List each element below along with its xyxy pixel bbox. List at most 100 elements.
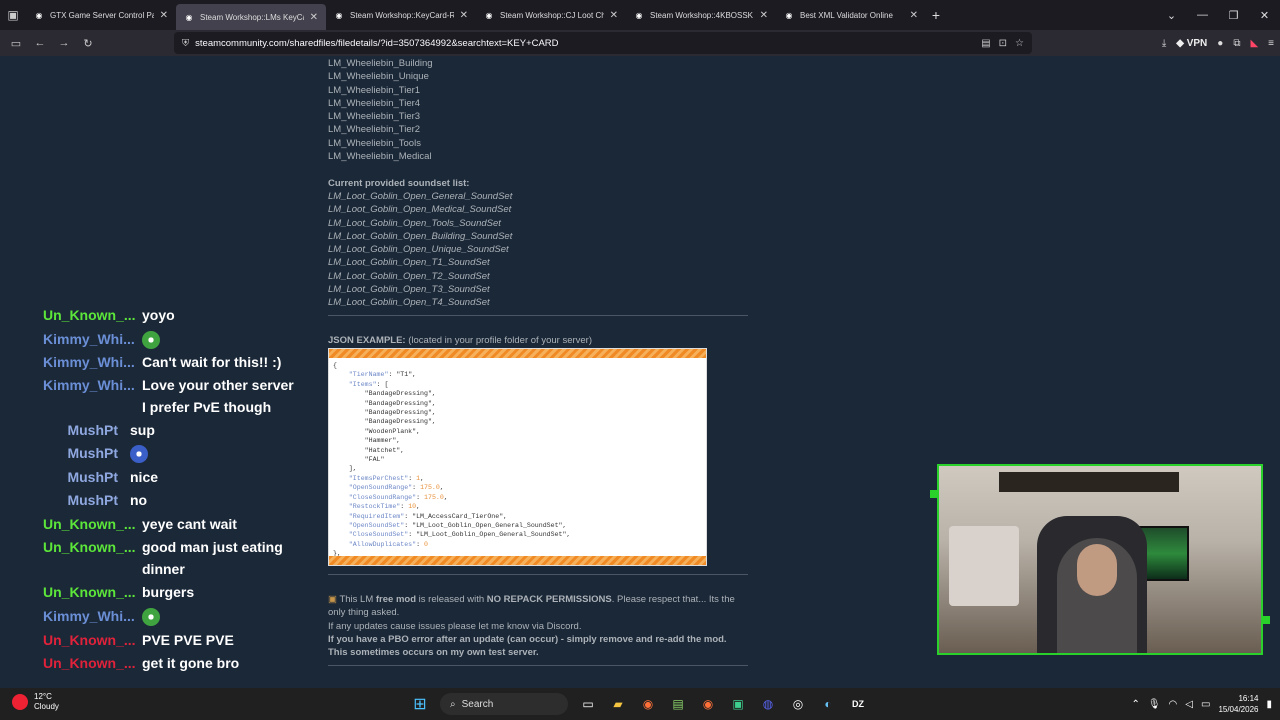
chat-message: Kimmy_Whi... Can't wait for this!! :) <box>0 354 320 370</box>
browser-tab[interactable]: ◉ GTX Game Server Control Panel ✕ <box>26 0 176 30</box>
warning-stripe-top <box>329 349 706 358</box>
menu-icon[interactable]: ≡ <box>1268 38 1274 49</box>
soundset-item: LM_Loot_Goblin_Open_T2_SoundSet <box>328 270 490 282</box>
notice-free-mod: free mod <box>375 594 417 605</box>
clock[interactable]: 16:14 15/04/2026 <box>1218 693 1258 715</box>
steam-favicon-icon: ◉ <box>485 10 493 20</box>
tray-overflow-icon[interactable]: ⌃ <box>1131 699 1139 710</box>
file-explorer-icon[interactable]: ▰ <box>608 694 628 714</box>
addon-icon[interactable]: ◣ <box>1250 38 1258 49</box>
list-item: LM_Wheeliebin_Unique <box>328 71 429 83</box>
tab-overflow-icon[interactable]: ⌄ <box>1156 9 1187 22</box>
new-tab-button[interactable]: + <box>926 7 946 23</box>
chat-username: Un_Known_... <box>43 584 136 600</box>
browser-tab[interactable]: ◉ Steam Workshop::4KBOSSK Veh ✕ <box>626 0 776 30</box>
tab-list-icon[interactable]: ▣ <box>0 0 26 30</box>
sidebar-icon[interactable]: ▭ <box>4 37 28 50</box>
chat-message: Kimmy_Whi... <box>0 608 320 627</box>
browser-tab[interactable]: ◉ Steam Workshop::KeyCard-Roo ✕ <box>326 0 476 30</box>
steam-favicon-icon: ◉ <box>785 10 793 20</box>
json-code-line: "BandageDressing", <box>333 418 436 426</box>
chat-message: Un_Known_... get it gone bro <box>0 655 320 671</box>
firefox-icon[interactable]: ◉ <box>698 694 718 714</box>
dayz-icon[interactable]: DZ <box>848 694 868 714</box>
bookmark-star-icon[interactable]: ☆ <box>1015 38 1024 49</box>
site-info-icon[interactable]: ⛨ <box>182 38 189 49</box>
divider <box>328 665 748 666</box>
close-tab-icon[interactable]: ✕ <box>460 10 468 21</box>
discord-icon[interactable]: ◍ <box>758 694 778 714</box>
download-icon[interactable]: ⤓ <box>1162 38 1166 49</box>
task-view-icon[interactable]: ▭ <box>578 694 598 714</box>
chat-username: MushPt <box>67 445 118 461</box>
chat-text: burgers <box>142 584 195 600</box>
weather-widget[interactable]: 12°C Cloudy <box>12 692 59 712</box>
chat-username: Un_Known_... <box>43 632 136 648</box>
notification-icon[interactable]: ▮ <box>1266 699 1272 710</box>
box-icon: ▣ <box>328 594 337 605</box>
json-code-line: "Items": [ <box>348 380 389 388</box>
chat-username <box>0 399 142 415</box>
minimize-button[interactable]: — <box>1187 9 1218 21</box>
forward-button[interactable]: → <box>52 37 76 49</box>
steam-favicon-icon: ◉ <box>335 10 343 20</box>
close-tab-icon[interactable]: ✕ <box>610 10 618 21</box>
json-code-line: "FAL" <box>333 456 385 464</box>
json-code-line: "Hammer", <box>333 437 401 445</box>
tab-title: Steam Workshop::KeyCard-Roo <box>350 10 454 20</box>
reload-button[interactable]: ↻ <box>76 37 100 50</box>
notice-mid: is released with <box>418 594 485 605</box>
steam-favicon-icon: ◉ <box>35 10 43 20</box>
notepad-icon[interactable]: ▤ <box>668 694 688 714</box>
address-bar[interactable]: ⛨ steamcommunity.com/sharedfiles/filedet… <box>174 32 1032 54</box>
vpn-button[interactable]: ◆ VPN <box>1176 38 1207 49</box>
json-code-line: "OpenSoundRange": 175.0, <box>348 484 444 492</box>
chat-message: Kimmy_Whi... <box>0 331 320 350</box>
close-tab-icon[interactable]: ✕ <box>760 10 768 21</box>
notice-pre: This LM <box>339 594 374 605</box>
chat-message: MushPt no <box>0 492 320 508</box>
steam-icon[interactable]: ◐ <box>818 694 838 714</box>
browser-tab-bar: ▣ ◉ GTX Game Server Control Panel ✕ ◉ Steam … <box>0 0 1280 30</box>
soundset-item: LM_Loot_Goblin_Open_T3_SoundSet <box>328 284 490 296</box>
url-text: steamcommunity.com/sharedfiles/filedetai… <box>195 37 559 49</box>
reader-mode-icon[interactable]: ▤ <box>981 38 990 49</box>
browser-icon[interactable]: ◉ <box>638 694 658 714</box>
update-notice: If any updates cause issues please let m… <box>328 620 582 632</box>
extension-icon[interactable]: ● <box>1217 38 1223 49</box>
restore-button[interactable]: ❐ <box>1218 9 1249 22</box>
browser-tab[interactable]: ◉ Steam Workshop::CJ Loot Chest ✕ <box>476 0 626 30</box>
close-tab-icon[interactable]: ✕ <box>160 10 168 21</box>
back-button[interactable]: ← <box>28 37 52 49</box>
close-window-button[interactable]: ✕ <box>1249 9 1280 22</box>
close-tab-icon[interactable]: ✕ <box>310 12 318 23</box>
mic-icon[interactable]: 🎙 <box>1148 699 1161 710</box>
chat-message: I prefer PvE though <box>0 399 320 415</box>
browser-tab[interactable]: ◉ Best XML Validator Online ✕ <box>776 0 926 30</box>
battery-icon[interactable]: ▭ <box>1201 699 1210 710</box>
chat-emote-icon <box>130 445 148 464</box>
screenshot-icon[interactable]: ⊡ <box>999 38 1007 49</box>
emote-icon <box>142 331 160 350</box>
chat-message: Un_Known_... yoyo <box>0 307 320 323</box>
chat-username: MushPt <box>67 422 118 438</box>
system-tray: ⌃ 🎙 ◠ ◁ ▭ 16:14 15/04/2026 ▮ <box>1131 688 1272 720</box>
obs-icon[interactable]: ◎ <box>788 694 808 714</box>
tab-title: GTX Game Server Control Panel <box>50 10 154 20</box>
close-tab-icon[interactable]: ✕ <box>910 10 918 21</box>
wifi-icon[interactable]: ◠ <box>1169 699 1178 710</box>
list-item: LM_Wheeliebin_Tier1 <box>328 84 421 96</box>
notice-no-repack: NO REPACK PERMISSIONS <box>486 594 612 605</box>
extensions-icon[interactable]: ⧉ <box>1233 38 1240 49</box>
soundset-item: LM_Loot_Goblin_Open_T1_SoundSet <box>328 257 490 269</box>
taskbar-search[interactable]: ⌕ Search <box>440 693 568 715</box>
chat-message: Un_Known_... good man just eating <box>0 539 320 555</box>
taskbar-apps: ⊞ ⌕ Search ▭ ▰ ◉ ▤ ◉ ▣ ◍ ◎ ◐ DZ <box>410 692 868 716</box>
chat-message: Un_Known_... PVE PVE PVE <box>0 632 320 648</box>
volume-icon[interactable]: ◁ <box>1185 699 1193 710</box>
list-item: LM_Wheeliebin_Building <box>328 58 433 69</box>
json-code-line: ], <box>333 465 357 473</box>
start-button[interactable]: ⊞ <box>410 694 430 714</box>
app-icon[interactable]: ▣ <box>728 694 748 714</box>
browser-tab[interactable]: ◉ Steam Workshop::LMs KeyCard ✕ <box>176 4 326 30</box>
